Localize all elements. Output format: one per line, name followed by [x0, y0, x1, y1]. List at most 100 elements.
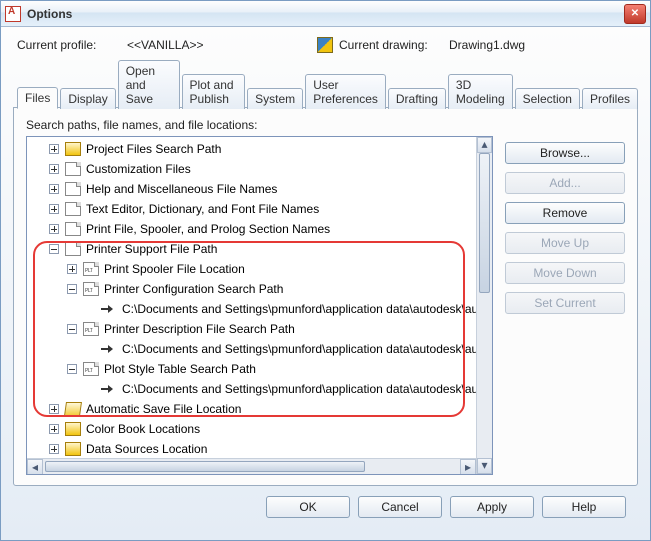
page-plt-icon [83, 322, 99, 336]
expand-icon[interactable] [67, 264, 77, 274]
tree-label: C:\Documents and Settings\pmunford\appli… [122, 302, 476, 316]
ok-button[interactable]: OK [266, 496, 350, 518]
tree-label: Printer Description File Search Path [104, 322, 295, 336]
collapse-icon[interactable] [49, 244, 59, 254]
tree-row[interactable]: Automatic Save File Location [31, 399, 476, 419]
move-down-button[interactable]: Move Down [505, 262, 625, 284]
scroll-left-button[interactable]: ◂ [27, 459, 43, 475]
side-buttons: Browse... Add... Remove Move Up Move Dow… [505, 118, 625, 475]
scroll-track[interactable] [477, 153, 492, 458]
tree-row[interactable]: Customization Files [31, 159, 476, 179]
dialog-buttons: OK Cancel Apply Help [13, 486, 638, 528]
set-current-button[interactable]: Set Current [505, 292, 625, 314]
tree-row[interactable]: Color Book Locations [31, 419, 476, 439]
tree-row[interactable]: Printer Configuration Search Path [31, 279, 476, 299]
move-up-button[interactable]: Move Up [505, 232, 625, 254]
remove-button[interactable]: Remove [505, 202, 625, 224]
tree-row[interactable]: Help and Miscellaneous File Names [31, 179, 476, 199]
options-dialog: Options Current profile: <<VANILLA>> Cur… [0, 0, 651, 541]
scroll-thumb[interactable] [479, 153, 490, 293]
tab-files[interactable]: Files [17, 87, 58, 109]
tab-plot-and-publish[interactable]: Plot and Publish [182, 74, 246, 109]
horizontal-scrollbar[interactable]: ◂ ▸ [27, 458, 476, 474]
hscroll-thumb[interactable] [45, 461, 365, 472]
current-profile-value: <<VANILLA>> [127, 38, 317, 52]
tree-title: Search paths, file names, and file locat… [26, 118, 493, 132]
tab-profiles[interactable]: Profiles [582, 88, 638, 109]
current-profile-label: Current profile: [17, 38, 127, 52]
vertical-scrollbar[interactable]: ▴ ▾ [476, 137, 492, 474]
folderopen-icon [64, 402, 82, 416]
tree-label: Text Editor, Dictionary, and Font File N… [86, 202, 319, 216]
tree-label: Printer Support File Path [86, 242, 217, 256]
titlebar[interactable]: Options [1, 1, 650, 27]
tree-label: Color Book Locations [86, 422, 200, 436]
tree[interactable]: Project Files Search Path Customization F… [27, 137, 476, 474]
scroll-down-button[interactable]: ▾ [477, 458, 492, 474]
tab-selection[interactable]: Selection [515, 88, 580, 109]
tab-strip: FilesDisplayOpen and SavePlot and Publis… [13, 59, 638, 108]
tab-system[interactable]: System [247, 88, 303, 109]
expand-icon[interactable] [49, 204, 59, 214]
tab-3d-modeling[interactable]: 3D Modeling [448, 74, 513, 109]
tab-open-and-save[interactable]: Open and Save [118, 60, 180, 109]
tree-row[interactable]: C:\Documents and Settings\pmunford\appli… [31, 379, 476, 399]
tree-row[interactable]: Project Files Search Path [31, 139, 476, 159]
expand-icon[interactable] [49, 164, 59, 174]
help-button[interactable]: Help [542, 496, 626, 518]
page-icon [65, 242, 81, 256]
page-icon [65, 222, 81, 236]
expand-icon[interactable] [49, 184, 59, 194]
tab-panel-files: Search paths, file names, and file locat… [13, 107, 638, 486]
tree-spacer [85, 304, 95, 314]
expand-icon[interactable] [49, 224, 59, 234]
current-drawing-label: Current drawing: [339, 38, 449, 52]
tree-row[interactable]: C:\Documents and Settings\pmunford\appli… [31, 299, 476, 319]
tree-spacer [85, 344, 95, 354]
collapse-icon[interactable] [67, 364, 77, 374]
close-button[interactable] [624, 4, 646, 24]
expand-icon[interactable] [49, 144, 59, 154]
folder-icon [65, 142, 81, 156]
app-icon [5, 6, 21, 22]
tree-row[interactable]: C:\Documents and Settings\pmunford\appli… [31, 339, 476, 359]
page-plt-icon [83, 362, 99, 376]
tab-drafting[interactable]: Drafting [388, 88, 446, 109]
tree-label: Print File, Spooler, and Prolog Section … [86, 222, 330, 236]
tree-label: Print Spooler File Location [104, 262, 245, 276]
tree-label: Project Files Search Path [86, 142, 221, 156]
page-icon [65, 182, 81, 196]
add-button[interactable]: Add... [505, 172, 625, 194]
tree-label: Help and Miscellaneous File Names [86, 182, 277, 196]
tab-display[interactable]: Display [60, 88, 115, 109]
apply-button[interactable]: Apply [450, 496, 534, 518]
page-icon [65, 202, 81, 216]
page-plt-icon [83, 282, 99, 296]
tree-row[interactable]: Printer Description File Search Path [31, 319, 476, 339]
current-drawing-value: Drawing1.dwg [449, 38, 525, 52]
tree-label: Data Sources Location [86, 442, 207, 456]
tree-label: C:\Documents and Settings\pmunford\appli… [122, 382, 476, 396]
collapse-icon[interactable] [67, 284, 77, 294]
expand-icon[interactable] [49, 404, 59, 414]
tab-user-preferences[interactable]: User Preferences [305, 74, 386, 109]
tree-label: Printer Configuration Search Path [104, 282, 283, 296]
tree-spacer [85, 384, 95, 394]
folder-icon [65, 442, 81, 456]
tree-container: Project Files Search Path Customization F… [26, 136, 493, 475]
browse-button[interactable]: Browse... [505, 142, 625, 164]
expand-icon[interactable] [49, 444, 59, 454]
scroll-up-button[interactable]: ▴ [477, 137, 492, 153]
cancel-button[interactable]: Cancel [358, 496, 442, 518]
expand-icon[interactable] [49, 424, 59, 434]
collapse-icon[interactable] [67, 324, 77, 334]
tree-row[interactable]: Print File, Spooler, and Prolog Section … [31, 219, 476, 239]
tree-row[interactable]: Plot Style Table Search Path [31, 359, 476, 379]
tree-row[interactable]: Data Sources Location [31, 439, 476, 459]
tree-row[interactable]: Print Spooler File Location [31, 259, 476, 279]
tree-row[interactable]: Printer Support File Path [31, 239, 476, 259]
tree-row[interactable]: Text Editor, Dictionary, and Font File N… [31, 199, 476, 219]
arrow-icon [101, 302, 117, 316]
scroll-right-button[interactable]: ▸ [460, 459, 476, 475]
arrow-icon [101, 342, 117, 356]
